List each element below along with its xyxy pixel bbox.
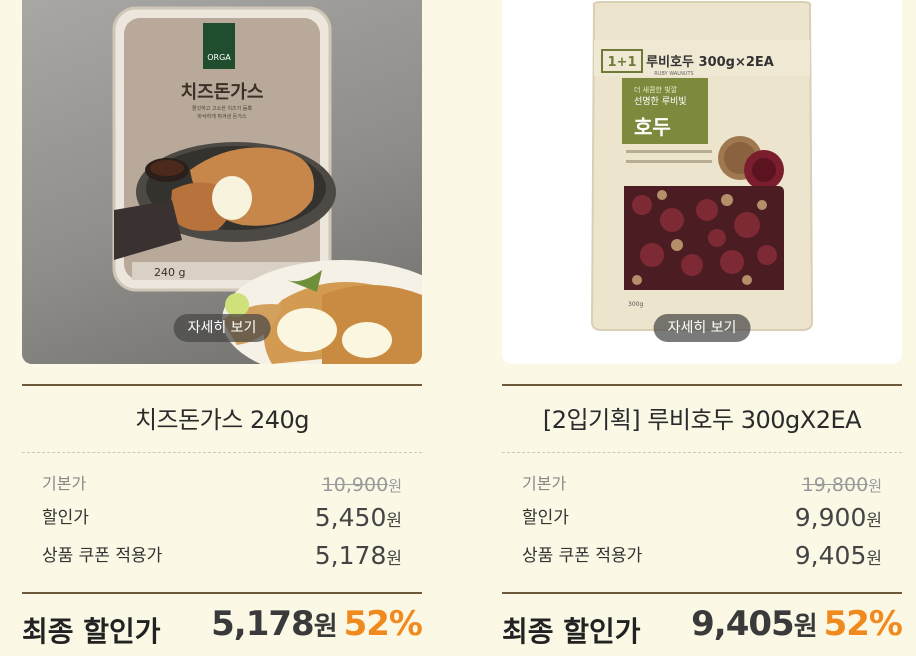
product-name[interactable]: [2입기획] 루비호두 300gX2EA [502,400,902,435]
coupon-price-row: 상품 쿠폰 적용가 5,178원 [42,540,402,570]
product-card-cheese-tonkatsu[interactable]: ORGA 치즈돈가스 쫄깃하고 고소한 치즈가 듬뿍 바삭하게 튀겨낸 돈가스 … [22,0,423,656]
final-price: 9,405원 52% [691,604,903,644]
package-subtitle: RUBY WALNUTS [654,71,693,77]
package-tagline-1: 더 새콤한 빛깔 [634,85,678,94]
currency: 원 [866,549,882,569]
package-title: 치즈돈가스 [181,82,264,103]
base-price-value: 10,900 [321,474,389,496]
product-card-ruby-walnut[interactable]: 1+1 루비호두 300g×2EA RUBY WALNUTS 더 새콤한 빛깔 … [502,0,903,656]
coupon-price-value: 5,178 [314,541,387,570]
coupon-price-label: 상품 쿠폰 적용가 [522,546,643,566]
final-price-label: 최종 할인가 [502,615,641,648]
currency: 원 [313,612,338,642]
discount-price-value: 9,900 [794,503,867,532]
currency: 원 [868,477,882,495]
product-image[interactable]: ORGA 치즈돈가스 쫄깃하고 고소한 치즈가 듬뿍 바삭하게 튀겨낸 돈가스 … [22,0,422,364]
package-title: 루비호두 300g×2EA [646,55,774,70]
currency: 원 [386,549,402,569]
coupon-price-label: 상품 쿠폰 적용가 [42,546,163,566]
divider [502,384,902,386]
bundle-badge: 1+1 [608,55,637,70]
base-price: 10,900원 [322,474,402,496]
final-price-label: 최종 할인가 [22,615,161,648]
product-image[interactable]: 1+1 루비호두 300g×2EA RUBY WALNUTS 더 새콤한 빛깔 … [502,0,902,364]
discount-price-label: 할인가 [522,508,569,528]
base-price-label: 기본가 [522,474,567,493]
coupon-price: 9,405원 [795,541,882,570]
cheese-tonkatsu-photo: ORGA 치즈돈가스 쫄깃하고 고소한 치즈가 듬뿍 바삭하게 튀겨낸 돈가스 … [112,6,422,364]
brand-label: ORGA [207,53,231,62]
base-price-row: 기본가 10,900원 [42,468,402,498]
detail-view-button[interactable]: 자세히 보기 [173,314,271,342]
final-price-value: 5,178 [211,604,315,644]
divider [22,384,422,386]
coupon-price-row: 상품 쿠폰 적용가 9,405원 [522,540,882,570]
base-price-label: 기본가 [42,474,87,493]
package-tagline-2: 선명한 루비빛 [634,96,687,107]
package-weight: 300g [628,301,643,308]
currency: 원 [386,511,402,531]
base-price-value: 19,800 [801,474,869,496]
base-price-row: 기본가 19,800원 [522,468,882,498]
discount-price: 9,900원 [795,503,882,532]
divider [502,592,902,594]
detail-view-button[interactable]: 자세히 보기 [653,314,751,342]
divider [22,452,422,453]
discount-percent-badge: 52% [823,604,903,644]
currency: 원 [388,477,402,495]
currency: 원 [793,612,818,642]
product-name[interactable]: 치즈돈가스 240g [22,400,422,435]
package-weight: 240 g [154,266,185,279]
package-big-label: 호두 [634,115,671,139]
currency: 원 [866,511,882,531]
final-price: 5,178원 52% [211,604,423,644]
coupon-price: 5,178원 [315,541,402,570]
divider [502,452,902,453]
discount-price-row: 할인가 9,900원 [522,502,882,532]
discount-percent-badge: 52% [343,604,423,644]
discount-price: 5,450원 [315,503,402,532]
final-price-value: 9,405 [691,604,795,644]
discount-price-label: 할인가 [42,508,89,528]
package-desc-1: 쫄깃하고 고소한 치즈가 듬뿍 [192,105,252,112]
coupon-price-value: 9,405 [794,541,867,570]
ruby-walnut-bag-photo: 1+1 루비호두 300g×2EA RUBY WALNUTS 더 새콤한 빛깔 … [590,1,814,331]
discount-price-row: 할인가 5,450원 [42,502,402,532]
divider [22,592,422,594]
base-price: 19,800원 [802,474,882,496]
discount-price-value: 5,450 [314,503,387,532]
package-desc-2: 바삭하게 튀겨낸 돈가스 [197,113,247,120]
